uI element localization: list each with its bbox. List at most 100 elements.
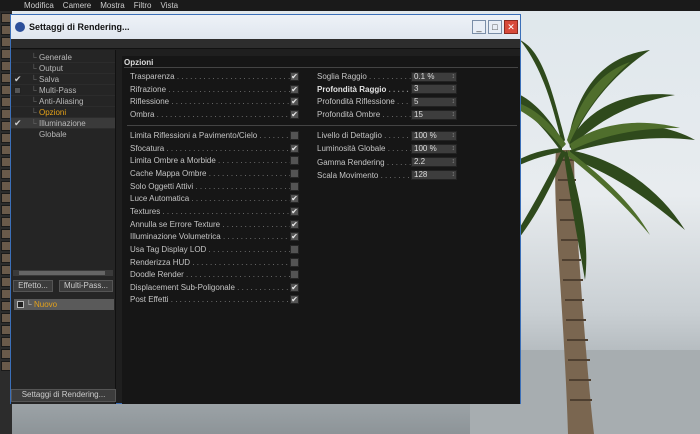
item-checkbox[interactable]: [14, 87, 21, 94]
render-settings-window: Settaggi di Rendering... _ □ ✕ └ Generale…: [10, 14, 521, 404]
option-checkbox-checked[interactable]: ✔: [290, 219, 299, 229]
option-row[interactable]: Trasparenza✔: [130, 71, 299, 82]
option-checkbox[interactable]: [290, 131, 299, 140]
render-settings-button[interactable]: Settaggi di Rendering...: [11, 389, 116, 402]
option-checkbox[interactable]: [290, 156, 299, 166]
sidebar-item-generale[interactable]: └ Generale: [11, 52, 115, 63]
option-row[interactable]: Cache Mappa Ombre: [130, 168, 299, 179]
option-field-label: Luminosità Globale: [317, 144, 411, 153]
option-row[interactable]: Riflessione✔: [130, 96, 299, 107]
number-input[interactable]: 5: [411, 96, 457, 107]
sidebar-item-label: Output: [39, 64, 64, 73]
option-row[interactable]: Sfocatura✔: [130, 143, 299, 154]
option-row[interactable]: Annulla se Errore Texture✔: [130, 219, 299, 230]
effect-button[interactable]: Effetto...: [13, 280, 53, 292]
sidebar-item-salva[interactable]: ✔ └ Salva: [11, 74, 115, 85]
sidebar-item-illuminazione-globale[interactable]: ✔ └ Illuminazione Globale: [11, 118, 115, 139]
menu-item-vista[interactable]: Vista: [160, 1, 178, 10]
sidebar-item-label: Opzioni: [39, 108, 67, 117]
scrollbar-thumb[interactable]: [19, 271, 105, 275]
sidebar-item-opzioni[interactable]: └ Opzioni: [11, 107, 115, 118]
option-field-row: Gamma Rendering2.2: [317, 157, 457, 168]
option-field-label: Gamma Rendering: [317, 158, 411, 167]
check-icon[interactable]: ✔: [14, 118, 22, 129]
option-row[interactable]: Illuminazione Volumetrica✔: [130, 231, 299, 242]
menu-item-filtro[interactable]: Filtro: [134, 1, 152, 10]
option-row[interactable]: Doodle Render: [130, 269, 299, 280]
option-checkbox-checked[interactable]: ✔: [290, 143, 299, 153]
tree-branch-icon: └: [31, 108, 37, 117]
minimize-button[interactable]: _: [472, 20, 486, 34]
sidebar-item-multi-pass[interactable]: └ Multi-Pass: [11, 85, 115, 96]
option-checkbox[interactable]: [290, 168, 299, 178]
option-row[interactable]: Limita Riflessioni a Pavimento/Cielo: [130, 130, 299, 141]
check-icon[interactable]: ✔: [14, 74, 22, 85]
option-label: Ombra: [130, 110, 290, 119]
number-input[interactable]: 128: [411, 170, 457, 181]
option-field-row: Soglia Raggio0.1 %: [317, 71, 457, 82]
option-checkbox-checked[interactable]: ✔: [290, 194, 299, 204]
tree-branch-icon: └: [31, 119, 37, 128]
option-row[interactable]: Limita Ombre a Morbide: [130, 155, 299, 166]
option-row[interactable]: Rifrazione✔: [130, 84, 299, 95]
option-label: Usa Tag Display LOD: [130, 245, 290, 254]
sidebar-item-output[interactable]: └ Output: [11, 63, 115, 74]
option-row[interactable]: Post Effetti✔: [130, 294, 299, 305]
option-checkbox[interactable]: [290, 181, 299, 191]
option-field-row: Scala Movimento128: [317, 170, 457, 181]
option-checkbox-checked[interactable]: ✔: [290, 110, 299, 120]
number-input[interactable]: 0.1 %: [411, 71, 457, 82]
option-field-label: Soglia Raggio: [317, 72, 411, 81]
tree-branch-icon: └: [31, 86, 37, 95]
window-titlebar[interactable]: Settaggi di Rendering...: [11, 15, 520, 39]
option-row[interactable]: Ombra✔: [130, 109, 299, 120]
option-checkbox-checked[interactable]: ✔: [290, 72, 299, 81]
option-checkbox-checked[interactable]: ✔: [290, 97, 299, 107]
option-label: Post Effetti: [130, 295, 290, 304]
option-checkbox[interactable]: [290, 244, 299, 254]
option-label: Annulla se Errore Texture: [130, 220, 290, 229]
multipass-button[interactable]: Multi-Pass...: [59, 280, 113, 292]
option-label: Solo Oggetti Attivi: [130, 182, 290, 191]
sidebar-item-anti-aliasing[interactable]: └ Anti-Aliasing: [11, 96, 115, 107]
option-field-label: Scala Movimento: [317, 171, 411, 180]
number-input[interactable]: 100 %: [411, 130, 457, 141]
option-checkbox-checked[interactable]: ✔: [290, 206, 299, 216]
option-checkbox-checked[interactable]: ✔: [290, 232, 299, 242]
number-input[interactable]: 2.2: [411, 157, 457, 168]
number-input[interactable]: 3: [411, 84, 457, 95]
option-checkbox[interactable]: [290, 270, 299, 280]
option-field-label: Profondità Ombre: [317, 110, 411, 119]
options-panel: Opzioni Trasparenza✔Rifrazione✔Riflessio…: [122, 56, 520, 404]
window-grip-bar[interactable]: [11, 39, 520, 49]
item-checkbox[interactable]: [17, 301, 24, 308]
option-row[interactable]: Solo Oggetti Attivi: [130, 181, 299, 192]
option-row[interactable]: Textures✔: [130, 206, 299, 217]
option-row[interactable]: Renderizza HUD: [130, 257, 299, 268]
close-button[interactable]: ✕: [504, 20, 518, 34]
sidebar-item-label: Multi-Pass: [39, 86, 77, 95]
number-input[interactable]: 100 %: [411, 143, 457, 154]
option-checkbox[interactable]: [290, 257, 299, 267]
number-input[interactable]: 15: [411, 109, 457, 120]
menu-item-modifica[interactable]: Modifica: [24, 1, 54, 10]
option-row[interactable]: Displacement Sub-Poligonale✔: [130, 282, 299, 293]
menu-item-mostra[interactable]: Mostra: [100, 1, 124, 10]
maximize-button[interactable]: □: [488, 20, 502, 34]
sidebar-scrollbar[interactable]: [13, 270, 113, 276]
option-field-label: Livello di Dettaglio: [317, 131, 411, 140]
new-render-setting-item[interactable]: └ Nuovo: [14, 299, 114, 310]
option-row[interactable]: Luce Automatica✔: [130, 193, 299, 204]
option-checkbox-checked[interactable]: ✔: [290, 295, 299, 305]
app-logo-icon: [15, 22, 25, 32]
option-checkbox-checked[interactable]: ✔: [290, 84, 299, 94]
option-row[interactable]: Usa Tag Display LOD: [130, 244, 299, 255]
option-label: Renderizza HUD: [130, 258, 290, 267]
sidebar-item-label: Anti-Aliasing: [39, 97, 84, 106]
option-label: Limita Riflessioni a Pavimento/Cielo: [130, 131, 290, 140]
option-field-label: Profondità Riflessione: [317, 97, 411, 106]
option-label: Displacement Sub-Poligonale: [130, 283, 290, 292]
option-checkbox-checked[interactable]: ✔: [290, 282, 299, 292]
option-label: Rifrazione: [130, 85, 290, 94]
menu-item-camere[interactable]: Camere: [63, 1, 91, 10]
